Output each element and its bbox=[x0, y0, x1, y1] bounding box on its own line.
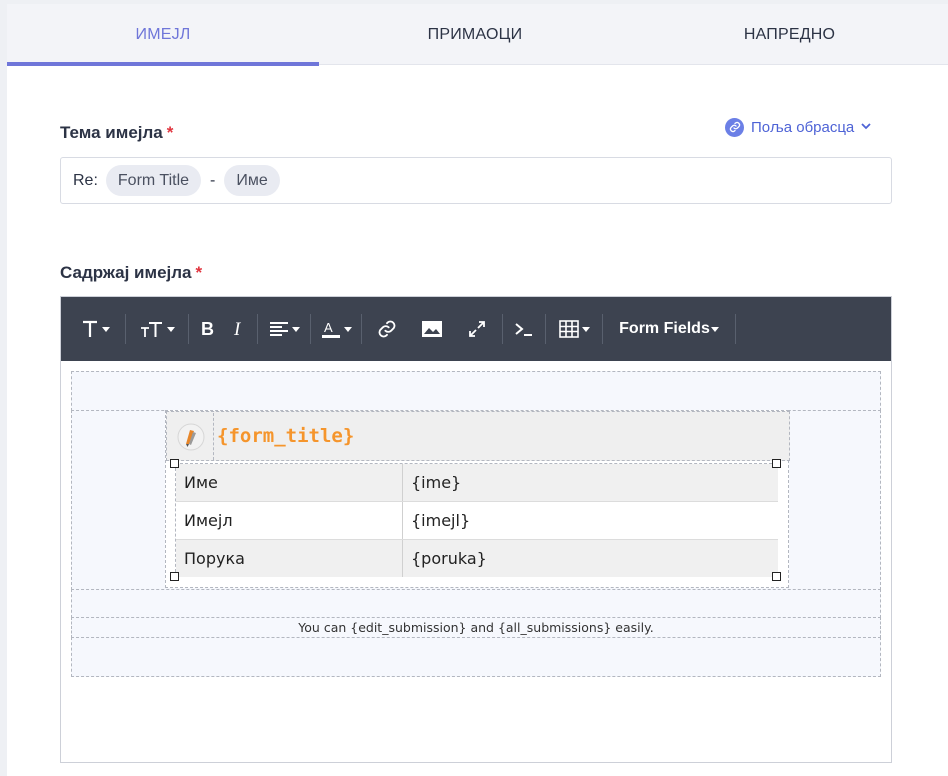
table-row: Порука {poruka} bbox=[176, 540, 778, 577]
subject-input[interactable]: Re: Form Title - Име bbox=[60, 157, 892, 204]
bold-button[interactable]: B bbox=[193, 297, 223, 361]
template-band bbox=[71, 371, 881, 411]
table-icon bbox=[558, 320, 579, 338]
insert-table-button[interactable] bbox=[550, 297, 598, 361]
bold-icon: B bbox=[201, 320, 214, 338]
subject-prefix: Re: bbox=[73, 171, 98, 189]
align-left-icon bbox=[269, 322, 288, 336]
email-body-editor: B I A Form Fields You can {edit_submissi… bbox=[60, 296, 892, 763]
insert-image-button[interactable] bbox=[408, 297, 456, 361]
template-band bbox=[71, 589, 881, 618]
row-label: Име bbox=[176, 464, 403, 501]
table-row: Име {ime} bbox=[176, 464, 778, 501]
form-fields-label: Поља обрасца bbox=[751, 118, 855, 136]
resize-handle[interactable] bbox=[170, 572, 179, 581]
subject-chip-name[interactable]: Име bbox=[224, 165, 280, 196]
form-fields-button[interactable]: Form Fields bbox=[607, 297, 731, 361]
insert-link-button[interactable] bbox=[366, 297, 408, 361]
resize-handle[interactable] bbox=[170, 459, 179, 468]
link-icon bbox=[378, 320, 396, 338]
tab-recipients[interactable]: ПРИМАОЦИ bbox=[319, 4, 631, 65]
chevron-down-icon bbox=[860, 119, 872, 136]
tab-advanced[interactable]: НАПРЕДНО bbox=[631, 4, 948, 65]
subject-separator: - bbox=[210, 171, 216, 189]
resize-handle[interactable] bbox=[772, 572, 781, 581]
tab-advanced-label: НАПРЕДНО bbox=[743, 25, 836, 43]
italic-icon: I bbox=[233, 320, 242, 338]
italic-button[interactable]: I bbox=[223, 297, 253, 361]
editor-toolbar: B I A Form Fields bbox=[61, 297, 891, 361]
subject-chip-form-title[interactable]: Form Title bbox=[105, 165, 202, 196]
body-label: Садржај имејла * bbox=[60, 263, 202, 283]
font-size-icon bbox=[140, 322, 162, 337]
resize-handle[interactable] bbox=[772, 459, 781, 468]
svg-text:I: I bbox=[233, 320, 242, 338]
tab-email-label: ИМЕЈЛ bbox=[135, 25, 191, 43]
code-view-button[interactable] bbox=[507, 297, 541, 361]
fullscreen-button[interactable] bbox=[456, 297, 498, 361]
font-size-button[interactable] bbox=[130, 297, 184, 361]
form-logo bbox=[169, 413, 214, 460]
align-button[interactable] bbox=[262, 297, 306, 361]
tab-email[interactable]: ИМЕЈЛ bbox=[7, 4, 319, 66]
required-mark: * bbox=[166, 123, 174, 142]
terminal-icon bbox=[515, 323, 532, 336]
tab-recipients-label: ПРИМАОЦИ bbox=[427, 25, 523, 43]
submission-table[interactable]: {form_title} Име {ime} Имејл {imejl} Пор… bbox=[165, 410, 790, 588]
table-row: Имејл {imejl} bbox=[176, 502, 778, 539]
subject-label-text: Тема имејла bbox=[60, 123, 163, 142]
link-icon bbox=[725, 117, 744, 137]
form-fields-button-label: Form Fields bbox=[619, 320, 710, 337]
template-band bbox=[71, 637, 881, 677]
editor-content[interactable]: You can {edit_submission} and {all_submi… bbox=[71, 371, 881, 677]
row-label: Порука bbox=[176, 540, 403, 577]
form-fields-dropdown[interactable]: Поља обрасца bbox=[725, 116, 872, 138]
row-value: {poruka} bbox=[411, 549, 487, 568]
subject-label: Тема имејла * bbox=[60, 123, 173, 143]
svg-text:B: B bbox=[201, 320, 214, 338]
svg-text:A: A bbox=[324, 320, 333, 335]
email-settings-panel: ИМЕЈЛ ПРИМАОЦИ НАПРЕДНО Тема имејла * Пољ… bbox=[7, 4, 948, 776]
row-label: Имејл bbox=[176, 502, 403, 539]
row-value: {imejl} bbox=[411, 511, 471, 530]
image-icon bbox=[422, 321, 442, 337]
row-value: {ime} bbox=[411, 473, 462, 492]
body-label-text: Садржај имејла bbox=[60, 263, 192, 282]
pen-logo-icon bbox=[177, 423, 205, 450]
expand-icon bbox=[469, 321, 485, 337]
tab-bar: ИМЕЈЛ ПРИМАОЦИ НАПРЕДНО bbox=[7, 4, 948, 66]
template-footer-text: You can {edit_submission} and {all_submi… bbox=[298, 620, 654, 635]
text-style-button[interactable] bbox=[69, 297, 121, 361]
text-style-icon bbox=[82, 320, 97, 337]
required-mark: * bbox=[195, 263, 203, 282]
table-body: Име {ime} Имејл {imejl} Порука {poruka} bbox=[175, 463, 778, 577]
text-color-button[interactable]: A bbox=[315, 297, 357, 361]
text-color-icon: A bbox=[321, 320, 340, 338]
form-title-placeholder: {form_title} bbox=[217, 425, 355, 447]
table-header: {form_title} bbox=[166, 411, 790, 461]
